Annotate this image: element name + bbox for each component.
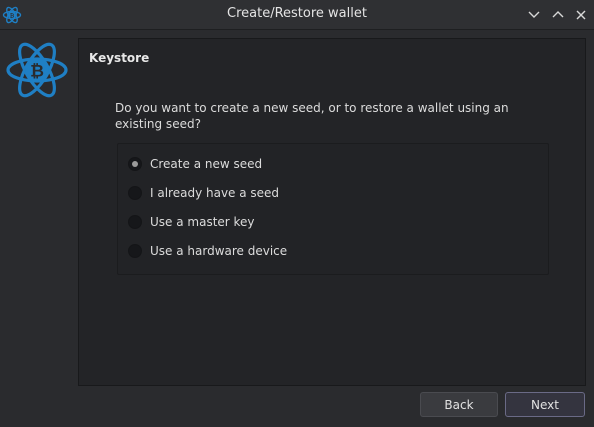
close-icon xyxy=(576,10,586,20)
radio-button[interactable] xyxy=(128,186,142,200)
minimize-button[interactable] xyxy=(526,7,542,23)
option-hardware-device[interactable]: Use a hardware device xyxy=(128,241,528,261)
maximize-button[interactable] xyxy=(550,7,566,23)
chevron-down-icon xyxy=(528,11,540,18)
radio-button[interactable] xyxy=(128,244,142,258)
keystore-panel: Keystore Do you want to create a new see… xyxy=(78,38,586,386)
panel-title: Keystore xyxy=(89,51,150,65)
option-label: Use a master key xyxy=(150,215,255,229)
question-text: Do you want to create a new seed, or to … xyxy=(115,101,509,131)
radio-button[interactable] xyxy=(128,215,142,229)
chevron-up-icon xyxy=(552,11,564,18)
next-button[interactable]: Next xyxy=(505,392,585,417)
option-already-have-seed[interactable]: I already have a seed xyxy=(128,183,528,203)
option-label: Create a new seed xyxy=(150,157,263,171)
title-bar: ₿ Create/Restore wallet xyxy=(0,0,594,30)
seed-options-group: Create a new seed I already have a seed … xyxy=(117,143,549,275)
option-create-new-seed[interactable]: Create a new seed xyxy=(128,154,528,174)
radio-button-selected[interactable] xyxy=(128,157,142,171)
electrum-logo-icon: ₿ xyxy=(4,39,70,101)
close-button[interactable] xyxy=(573,7,589,23)
option-master-key[interactable]: Use a master key xyxy=(128,212,528,232)
back-button[interactable]: Back xyxy=(420,392,498,417)
option-label: Use a hardware device xyxy=(150,244,288,258)
svg-text:₿: ₿ xyxy=(30,62,44,82)
option-label: I already have a seed xyxy=(150,186,280,200)
window-title: Create/Restore wallet xyxy=(227,6,367,21)
